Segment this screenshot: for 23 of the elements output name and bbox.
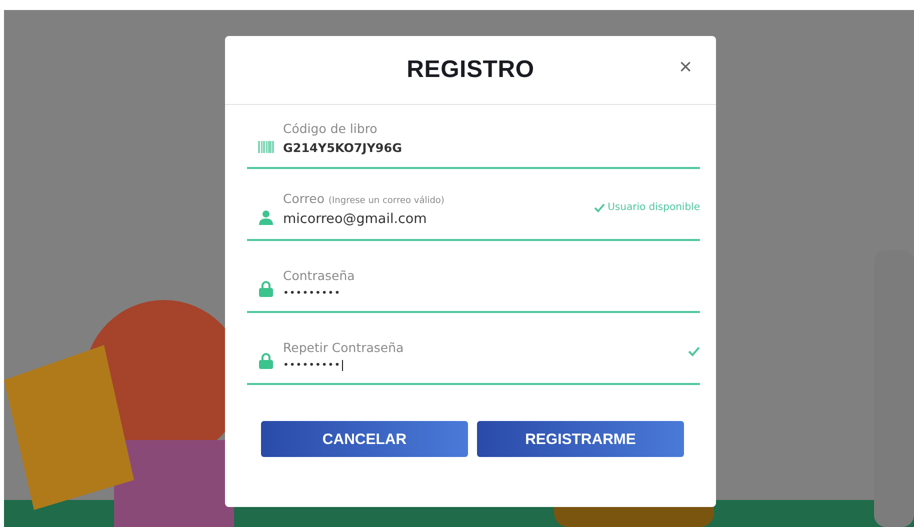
check-icon <box>594 202 605 213</box>
input-field[interactable]: Contraseña ••••••••• <box>247 241 700 313</box>
field-label: Contraseña <box>283 268 356 283</box>
field-value: ••••••••• <box>283 288 342 299</box>
close-button[interactable]: × <box>675 56 696 78</box>
status-text: Usuario disponible <box>608 202 700 213</box>
input-field[interactable]: Correo (Ingrese un correo válido) micorreo@gmail.com Usuario disponible <box>247 169 700 241</box>
lock-icon <box>259 281 273 297</box>
user-icon <box>259 210 273 225</box>
input-field[interactable]: Repetir Contraseña ••••••••• <box>247 313 700 385</box>
check-icon <box>688 345 700 357</box>
lock-icon <box>259 353 273 369</box>
field-value: ••••••••• <box>283 360 343 371</box>
field-label: Código de libro <box>283 121 378 136</box>
field-label: Repetir Contraseña <box>283 340 405 355</box>
input-field[interactable]: Código de libro G214Y5KO7JY96G <box>247 105 700 169</box>
barcode-icon <box>258 141 274 153</box>
field-value: G214Y5KO7JY96G <box>283 141 403 155</box>
field-value: micorreo@gmail.com <box>283 211 428 227</box>
cancel-button[interactable]: CANCELAR <box>261 421 468 457</box>
register-button[interactable]: REGISTRARME <box>477 421 684 457</box>
dialog-title: REGISTRO <box>406 56 534 84</box>
field-label: Correo (Ingrese un correo válido) <box>283 191 446 206</box>
